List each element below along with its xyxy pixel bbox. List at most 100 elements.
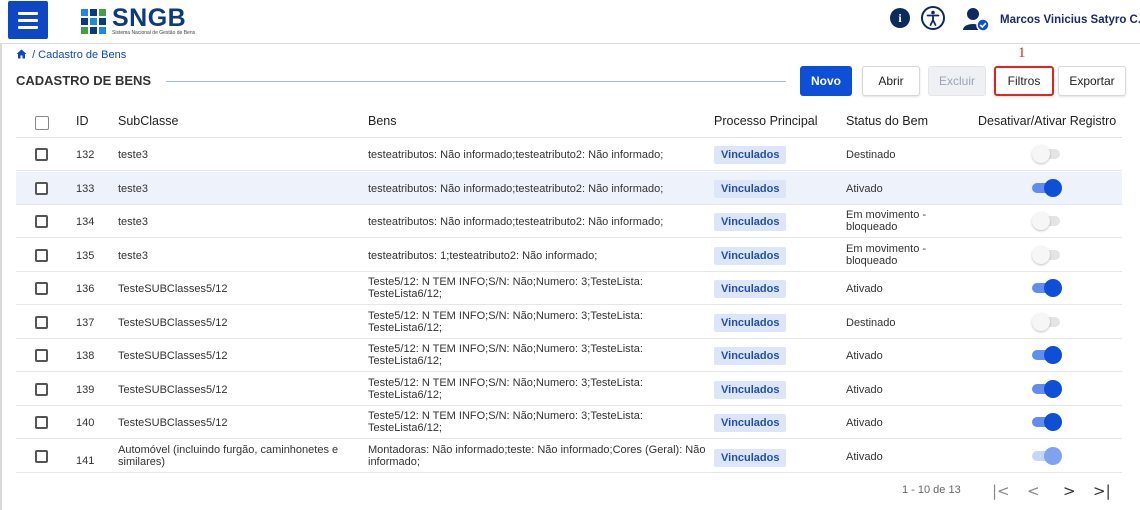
cell-bens: Teste5/12: N TEM INFO;S/N: Não;Numero: 3…: [368, 410, 643, 434]
row-checkbox[interactable]: [35, 181, 48, 195]
logo-text: SNGB: [112, 4, 187, 32]
row-checkbox[interactable]: [35, 282, 48, 295]
row-checkbox[interactable]: [35, 248, 48, 262]
user-avatar-icon[interactable]: [962, 6, 990, 37]
prev-page-button[interactable]: <: [1027, 482, 1040, 500]
hamburger-icon-line: [18, 18, 38, 22]
header-bens[interactable]: Bens: [368, 114, 397, 128]
active-toggle[interactable]: [1032, 212, 1062, 230]
table-row[interactable]: 138 TesteSUBClasses5/12 Teste5/12: N TEM I…: [16, 339, 1122, 372]
toggle-knob: [1032, 312, 1050, 331]
cell-status: Destinado: [846, 149, 896, 161]
menu-button[interactable]: [8, 1, 48, 39]
cell-id: 136: [76, 283, 95, 295]
cell-status: Destinado: [846, 316, 896, 329]
excluir-button[interactable]: Excluir: [928, 66, 986, 96]
processo-badge[interactable]: Vinculados: [714, 280, 787, 298]
table-row[interactable]: 133 teste3 testeatributos: Não informado;t…: [16, 171, 1122, 205]
header-subclasse[interactable]: SubClasse: [118, 114, 178, 128]
user-name[interactable]: Marcos Vinicius Satyro C...: [1000, 14, 1140, 26]
first-page-button[interactable]: |<: [992, 482, 1010, 500]
cell-status: Ativado: [846, 182, 883, 195]
active-toggle[interactable]: [1032, 379, 1062, 398]
header-status-do-bem[interactable]: Status do Bem: [846, 114, 928, 128]
active-toggle[interactable]: [1032, 245, 1062, 264]
cell-bens: Teste5/12: N TEM INFO;S/N: Não;Numero: 3…: [368, 343, 643, 367]
active-toggle[interactable]: [1032, 446, 1062, 465]
table-row[interactable]: 140 TesteSUBClasses5/12 Teste5/12: N TEM I…: [16, 406, 1122, 439]
active-toggle[interactable]: [1032, 312, 1062, 331]
table-row[interactable]: 135 teste3 testeatributos: 1;testeatributo…: [16, 239, 1122, 272]
row-checkbox[interactable]: [35, 148, 48, 161]
active-toggle[interactable]: [1032, 346, 1062, 364]
processo-badge[interactable]: Vinculados: [714, 448, 787, 467]
table-row[interactable]: 137 TesteSUBClasses5/12 Teste5/12: N TEM I…: [16, 306, 1122, 339]
table-row[interactable]: 134 teste3 testeatributos: Não informado;t…: [16, 205, 1122, 238]
cell-bens: Teste5/12: N TEM INFO;S/N: Não;Numero: 3…: [368, 276, 643, 300]
toggle-knob: [1032, 245, 1050, 264]
row-checkbox[interactable]: [35, 449, 48, 463]
step-marker: 1: [1018, 45, 1026, 61]
breadcrumb-label[interactable]: / Cadastro de Bens: [32, 49, 126, 61]
table-header: ID SubClasse Bens Processo Principal Sta…: [16, 104, 1122, 138]
cell-subclasse: TesteSUBClasses5/12: [118, 383, 228, 396]
table-row[interactable]: 136 TesteSUBClasses5/12 Teste5/12: N TEM I…: [16, 272, 1122, 305]
app-logo[interactable]: SNGB Sistema Nacional de Gestão de Bens: [80, 3, 200, 37]
cell-id: 137: [76, 316, 95, 329]
row-checkbox[interactable]: [35, 315, 48, 329]
header-desativar-ativar[interactable]: Desativar/Ativar Registro: [978, 114, 1116, 128]
table-row[interactable]: 141 Automóvel (incluindo furgão, caminhon…: [16, 440, 1122, 473]
processo-badge[interactable]: Vinculados: [714, 347, 787, 365]
cell-bens: testeatributos: 1;testeatributo2: Não in…: [368, 249, 598, 262]
toggle-knob: [1044, 178, 1062, 197]
processo-badge[interactable]: Vinculados: [714, 213, 787, 231]
active-toggle[interactable]: [1032, 178, 1062, 197]
cell-status: Em movimento - bloqueado: [846, 209, 927, 233]
page-left-border: [0, 44, 2, 510]
cell-subclasse: TesteSUBClasses5/12: [118, 316, 228, 329]
top-bar: SNGB Sistema Nacional de Gestão de Bens …: [0, 0, 1140, 44]
cell-bens: testeatributos: Não informado;testeatrib…: [368, 182, 664, 195]
header-processo-principal[interactable]: Processo Principal: [714, 114, 818, 128]
table-row[interactable]: 139 TesteSUBClasses5/12 Teste5/12: N TEM I…: [16, 373, 1122, 406]
logo-mark-icon: [81, 9, 106, 34]
processo-badge[interactable]: Vinculados: [714, 179, 787, 198]
novo-button[interactable]: Novo: [800, 66, 852, 96]
table-row[interactable]: 132 teste3 testeatributos: Não informado;t…: [16, 138, 1122, 171]
cell-bens: Teste5/12: N TEM INFO;S/N: Não;Numero: 3…: [368, 309, 643, 334]
row-checkbox[interactable]: [35, 215, 48, 228]
cell-id: 132: [76, 149, 95, 161]
cell-status: Ativado: [846, 417, 883, 429]
row-checkbox[interactable]: [35, 349, 48, 362]
filtros-button[interactable]: Filtros: [994, 66, 1054, 96]
breadcrumb: / Cadastro de Bens: [16, 49, 126, 61]
cell-subclasse: teste3: [118, 216, 148, 228]
processo-badge[interactable]: Vinculados: [714, 414, 787, 432]
cell-subclasse: TesteSUBClasses5/12: [118, 283, 228, 295]
hamburger-icon-line: [18, 11, 38, 15]
row-checkbox[interactable]: [35, 382, 48, 396]
active-toggle[interactable]: [1032, 413, 1062, 431]
abrir-button[interactable]: Abrir: [862, 66, 920, 96]
header-id[interactable]: ID: [76, 114, 89, 128]
accessibility-icon[interactable]: [921, 6, 945, 35]
exportar-button[interactable]: Exportar: [1058, 66, 1126, 96]
processo-badge[interactable]: Vinculados: [714, 246, 787, 265]
home-icon[interactable]: [16, 49, 30, 61]
cell-bens: Teste5/12: N TEM INFO;S/N: Não;Numero: 3…: [368, 376, 643, 401]
active-toggle[interactable]: [1032, 279, 1062, 297]
next-page-button[interactable]: >: [1063, 482, 1076, 500]
cell-id: 141: [76, 454, 95, 467]
info-icon[interactable]: i: [890, 8, 910, 28]
row-checkbox[interactable]: [35, 416, 48, 429]
processo-badge[interactable]: Vinculados: [714, 146, 787, 164]
cell-subclasse: teste3: [118, 249, 148, 262]
toggle-knob: [1044, 279, 1062, 297]
active-toggle[interactable]: [1032, 145, 1062, 163]
toggle-knob: [1044, 346, 1062, 364]
cell-status: Ativado: [846, 383, 883, 396]
select-all-checkbox[interactable]: [35, 116, 49, 130]
processo-badge[interactable]: Vinculados: [714, 313, 787, 332]
last-page-button[interactable]: >|: [1093, 482, 1111, 500]
processo-badge[interactable]: Vinculados: [714, 380, 787, 399]
